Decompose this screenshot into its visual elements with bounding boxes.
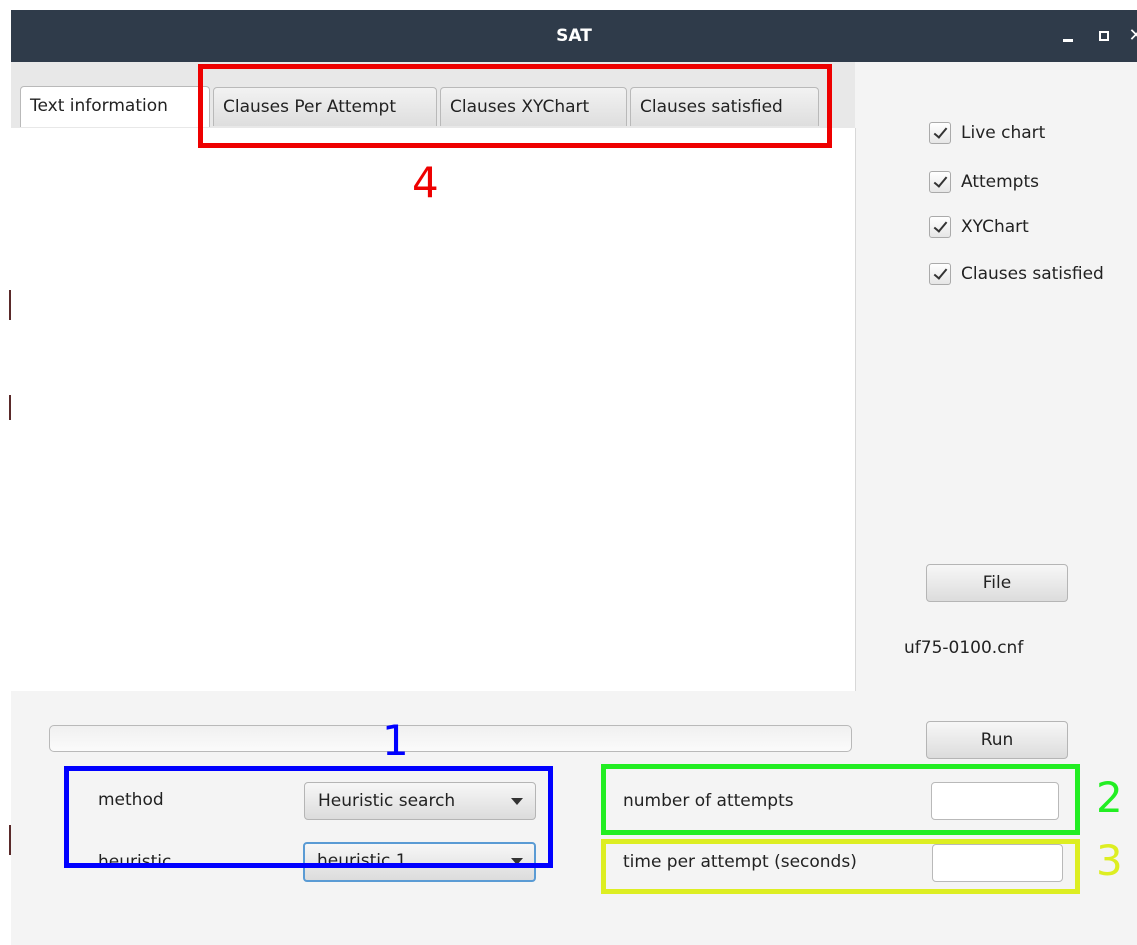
checkbox-checked-icon: [929, 216, 951, 238]
title-bar: SAT ✕: [11, 10, 1137, 62]
checkbox-label: Live chart: [961, 123, 1046, 143]
annotation-number-2: 2: [1096, 773, 1123, 822]
checkbox-checked-icon: [929, 263, 951, 285]
progress-bar: [49, 725, 852, 752]
text-information-panel[interactable]: [11, 128, 856, 691]
checkbox-checked-icon: [929, 171, 951, 193]
close-button[interactable]: ✕: [1124, 24, 1137, 48]
annotation-box-1: [64, 766, 553, 868]
maximize-button[interactable]: [1092, 24, 1116, 48]
checkbox-label: Attempts: [961, 172, 1039, 192]
annotation-number-3: 3: [1096, 836, 1123, 885]
left-edge: [0, 0, 11, 945]
run-button-label: Run: [980, 730, 1014, 750]
checkbox-xychart[interactable]: XYChart: [929, 216, 1029, 238]
selected-file-label: uf75-0100.cnf: [904, 638, 1024, 658]
run-button[interactable]: Run: [926, 721, 1068, 759]
checkbox-label: Clauses satisfied: [961, 264, 1104, 284]
tab-text-information[interactable]: Text information: [20, 86, 210, 127]
window-title: SAT: [556, 26, 592, 46]
checkbox-checked-icon: [929, 122, 951, 144]
checkbox-live-chart[interactable]: Live chart: [929, 122, 1045, 144]
annotation-number-1: 1: [382, 716, 409, 765]
file-button-label: File: [982, 573, 1012, 593]
annotation-box-4: [198, 64, 832, 148]
tab-label: Text information: [30, 96, 168, 116]
annotation-number-4: 4: [412, 158, 439, 207]
checkbox-label: XYChart: [961, 217, 1029, 237]
checkbox-clauses-satisfied[interactable]: Clauses satisfied: [929, 263, 1104, 285]
annotation-box-3: [601, 839, 1080, 894]
file-button[interactable]: File: [926, 564, 1068, 602]
annotation-box-2: [601, 764, 1080, 835]
minimize-button[interactable]: [1056, 24, 1080, 48]
checkbox-attempts[interactable]: Attempts: [929, 171, 1039, 193]
